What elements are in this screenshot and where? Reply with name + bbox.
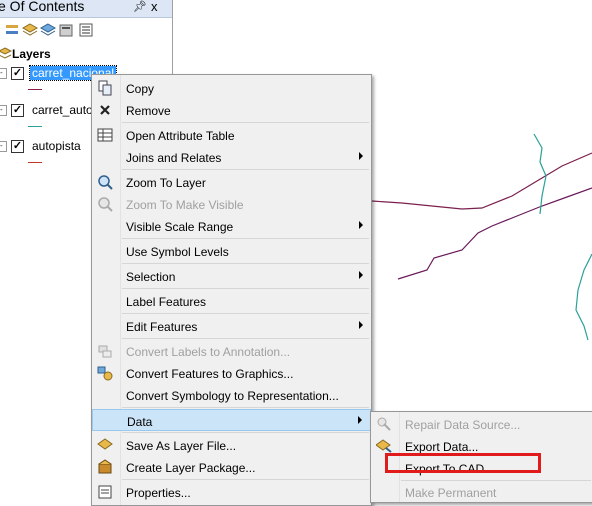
collapse-icon[interactable]: - [0, 141, 7, 152]
menu-item-label: Label Features [126, 295, 207, 309]
menu-item-label: Properties... [126, 486, 191, 500]
menu-item-data[interactable]: Data [92, 409, 371, 431]
menu-item-label: Save As Layer File... [126, 439, 237, 453]
road-line-carret-auto-2 [575, 253, 592, 341]
layer-symbol-line [28, 162, 42, 163]
menu-separator [122, 122, 369, 123]
menu-item-visible-scale-range[interactable]: Visible Scale Range [92, 215, 371, 237]
menu-item-label: Convert Symbology to Representation... [126, 389, 339, 403]
submenu-arrow-icon [359, 152, 363, 160]
menu-item-label: Copy [126, 82, 155, 96]
menu-item-label: Joins and Relates [126, 151, 222, 165]
list-by-drawing-order-icon[interactable] [4, 22, 20, 38]
menu-item-label: Repair Data Source... [405, 418, 521, 432]
table-icon [97, 128, 113, 142]
convert-graphics-icon [97, 366, 113, 381]
menu-item-open-attribute-table[interactable]: Open Attribute Table [92, 124, 371, 146]
layers-label: Layers [12, 47, 51, 61]
menu-item-label: Create Layer Package... [126, 461, 256, 475]
menu-item-joins-and-relates[interactable]: Joins and Relates [92, 146, 371, 168]
repair-icon [377, 417, 391, 431]
pin-icon[interactable]: 📌︎ [133, 0, 147, 13]
menu-separator [122, 479, 369, 480]
zoom-visible-icon [98, 197, 113, 212]
layer-visibility-checkbox[interactable]: ✓ [11, 104, 24, 117]
collapse-icon[interactable]: - [0, 105, 7, 116]
menu-item-label: Convert Features to Graphics... [126, 367, 294, 381]
layer-file-icon [97, 438, 113, 450]
menu-item-zoom-to-make-visible: Zoom To Make Visible [92, 193, 371, 215]
menu-item-selection[interactable]: Selection [92, 265, 371, 287]
submenu-arrow-icon [358, 416, 362, 424]
submenu-arrow-icon [359, 221, 363, 229]
layer-context-menu: Copy Remove Open Attribute Table Joins a… [91, 74, 372, 506]
layer-symbol-line [28, 89, 42, 90]
road-line-carret-nacional-2 [397, 187, 592, 280]
toc-toolbar [0, 18, 172, 42]
menu-separator [122, 407, 369, 408]
toc-title: e Of Contents [0, 0, 85, 14]
menu-separator [122, 432, 369, 433]
layer-name[interactable]: autopista [30, 139, 83, 153]
menu-item-label: Open Attribute Table [126, 129, 235, 143]
road-line-carret-nacional [372, 152, 592, 210]
menu-separator [122, 263, 369, 264]
menu-item-convert-labels-to-annotation: Convert Labels to Annotation... [92, 340, 371, 362]
menu-separator [122, 313, 369, 314]
close-icon[interactable]: x [151, 0, 158, 14]
menu-item-remove[interactable]: Remove [92, 99, 371, 121]
menu-item-zoom-to-layer[interactable]: Zoom To Layer [92, 171, 371, 193]
menu-item-label-features[interactable]: Label Features [92, 290, 371, 312]
layer-symbol-line [28, 126, 42, 127]
menu-separator [122, 238, 369, 239]
list-by-selection-icon[interactable] [58, 22, 74, 38]
menu-item-make-permanent: Make Permanent [371, 481, 592, 503]
menu-item-save-as-layer-file[interactable]: Save As Layer File... [92, 434, 371, 456]
submenu-arrow-icon [359, 271, 363, 279]
options-icon[interactable] [78, 22, 94, 38]
menu-item-use-symbol-levels[interactable]: Use Symbol Levels [92, 240, 371, 262]
menu-item-edit-features[interactable]: Edit Features [92, 315, 371, 337]
remove-icon [100, 105, 110, 115]
layer-visibility-checkbox[interactable]: ✓ [11, 140, 24, 153]
layer-package-icon [98, 459, 112, 474]
menu-item-label: Selection [126, 270, 176, 284]
properties-icon [98, 485, 112, 499]
menu-item-convert-features-to-graphics[interactable]: Convert Features to Graphics... [92, 362, 371, 384]
menu-item-label: Edit Features [126, 320, 198, 334]
layers-icon [0, 47, 12, 59]
menu-item-label: Export Data... [405, 440, 479, 454]
menu-item-convert-symbology[interactable]: Convert Symbology to Representation... [92, 384, 371, 406]
submenu-arrow-icon [359, 321, 363, 329]
menu-item-label: Remove [126, 104, 171, 118]
menu-item-label: Convert Labels to Annotation... [126, 345, 291, 359]
menu-separator [122, 288, 369, 289]
menu-item-create-layer-package[interactable]: Create Layer Package... [92, 456, 371, 478]
menu-separator [122, 338, 369, 339]
menu-item-label: Zoom To Make Visible [126, 198, 244, 212]
menu-item-label: Data [127, 415, 153, 429]
menu-item-repair-data-source: Repair Data Source... [371, 413, 592, 435]
list-by-source-icon[interactable] [22, 22, 38, 38]
convert-labels-icon [98, 345, 112, 358]
list-by-visibility-icon[interactable] [40, 22, 56, 38]
menu-item-label: Zoom To Layer [126, 176, 206, 190]
menu-item-copy[interactable]: Copy [92, 77, 371, 99]
menu-separator [122, 169, 369, 170]
export-data-icon [376, 439, 392, 453]
layer-name[interactable]: carret_auto [30, 103, 95, 117]
menu-item-label: Visible Scale Range [126, 220, 234, 234]
collapse-icon[interactable]: - [0, 68, 7, 79]
layer-visibility-checkbox[interactable]: ✓ [11, 67, 24, 80]
menu-item-label: Use Symbol Levels [126, 245, 229, 259]
zoom-layer-icon [98, 175, 113, 190]
copy-icon [98, 80, 112, 96]
annotation-highlight-box [385, 453, 541, 473]
menu-item-properties[interactable]: Properties... [92, 481, 371, 503]
toc-title-bar: e Of Contents 📌︎ x [0, 0, 172, 18]
road-line-carret-auto [533, 133, 547, 215]
menu-item-label: Make Permanent [405, 486, 497, 500]
